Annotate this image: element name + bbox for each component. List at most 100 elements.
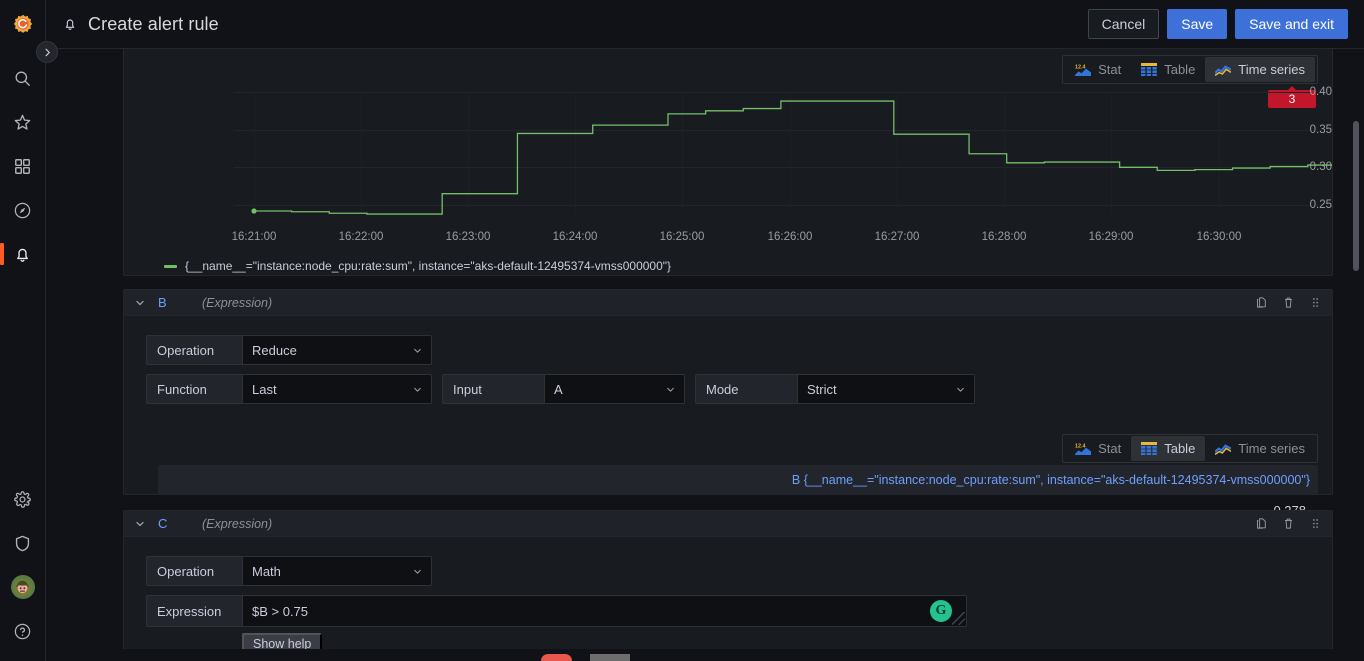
query-a-panel: 12.4 Stat Table Time series 3 0.40 0.35 … [123,49,1333,276]
x-axis-tick: 16:23:00 [445,231,491,243]
query-b-actions [1255,296,1322,309]
operation-value-c: Math [252,563,281,579]
input-select-b[interactable]: A [544,374,685,404]
legend-series-label: {__name__="instance:node_cpu:rate:sum", … [185,259,672,273]
query-c-panel: C (Expression) Operation Math Expression… [123,510,1333,661]
scrollbar-thumb[interactable] [1353,121,1359,271]
x-axis-tick: 16:30:00 [1196,231,1242,243]
stat-icon: 12.4 [1075,442,1092,455]
drag-handle-icon[interactable] [1309,517,1322,530]
x-axis-tick: 16:25:00 [659,231,705,243]
function-select-b[interactable]: Last [242,374,432,404]
sidebar-item-configuration[interactable] [0,477,46,521]
mode-label-b: Mode [695,374,797,404]
x-axis-tick: 16:27:00 [874,231,920,243]
chevron-down-icon [412,384,423,395]
viz-option-table-b[interactable]: Table [1131,436,1206,461]
rule-editor-scroll-area: 12.4 Stat Table Time series 3 0.40 0.35 … [46,49,1364,661]
query-c-actions [1255,517,1322,530]
chevron-down-icon [665,384,676,395]
query-c-refid: C [158,516,168,531]
query-b-panel: B (Expression) Operation Reduce Function… [123,289,1333,518]
chart-legend[interactable]: {__name__="instance:node_cpu:rate:sum", … [164,259,671,273]
x-axis-tick: 16:26:00 [767,231,813,243]
chevron-right-icon [45,48,50,56]
x-axis-tick: 16:24:00 [552,231,598,243]
query-c-header[interactable]: C (Expression) [124,511,1332,537]
x-axis-tick: 16:21:00 [231,231,277,243]
sidebar-item-dashboards[interactable] [0,144,46,188]
expression-value-c: $B > 0.75 [252,603,309,619]
user-avatar-icon [10,575,35,599]
nav-rail [0,0,46,661]
query-b-refid: B [158,295,167,310]
page-title: Create alert rule [88,13,219,34]
time-series-icon [1214,442,1232,456]
chevron-down-icon [955,384,966,395]
function-label-b: Function [146,374,242,404]
viz-option-stat-b[interactable]: 12.4 Stat [1065,436,1131,461]
save-and-exit-button[interactable]: Save and exit [1235,9,1348,39]
bell-icon [62,16,78,32]
topbar-actions: Cancel Save Save and exit [1087,9,1348,39]
x-axis-tick: 16:22:00 [338,231,384,243]
sidebar-item-help[interactable] [0,609,46,653]
sidebar-item-alerting[interactable] [0,232,46,276]
mode-value-b: Strict [807,381,837,397]
sidebar-item-search[interactable] [0,56,46,100]
operation-value-b: Reduce [252,342,297,358]
query-b-type: (Expression) [202,295,273,310]
chevron-down-icon[interactable] [134,297,146,309]
input-label-b: Input [442,374,544,404]
expression-input-c[interactable]: $B > 0.75 G [242,595,967,627]
taskbar-item-red [541,654,572,661]
result-column-header-b: B {__name__="instance:node_cpu:rate:sum"… [158,465,1318,495]
trash-icon[interactable] [1282,296,1295,309]
operation-label-b: Operation [146,335,242,365]
taskbar-item-gray [590,654,630,661]
query-b-header[interactable]: B (Expression) [124,290,1332,316]
avatar[interactable] [0,565,46,609]
operation-row-b: Operation Reduce [146,335,1332,365]
viz-option-timeseries-b[interactable]: Time series [1205,436,1315,461]
query-c-type: (Expression) [202,516,273,531]
sidebar-item-explore[interactable] [0,188,46,232]
copy-icon[interactable] [1255,296,1268,309]
save-button[interactable]: Save [1167,9,1228,39]
table-icon [1141,442,1158,455]
legend-color-swatch [164,264,177,268]
expand-nav-button[interactable] [36,41,58,63]
chevron-down-icon [412,566,423,577]
grammarly-badge-icon[interactable]: G [930,600,952,622]
input-value-b: A [554,381,563,397]
sidebar-item-starred[interactable] [0,100,46,144]
svg-text:12.4: 12.4 [1075,444,1086,450]
function-value-b: Last [252,381,277,397]
cancel-button[interactable]: Cancel [1087,9,1160,39]
viz-option-timeseries-b-label: Time series [1238,441,1305,456]
drag-handle-icon[interactable] [1309,296,1322,309]
expression-label-c: Expression [146,595,242,627]
viz-option-table-b-label: Table [1164,441,1196,456]
operation-select-c[interactable]: Math [242,556,432,586]
vertical-scrollbar[interactable] [1353,53,1359,657]
textarea-resize-handle[interactable] [952,612,965,625]
grafana-logo-icon[interactable] [9,12,37,40]
mode-select-b[interactable]: Strict [797,374,975,404]
operation-row-c: Operation Math [146,556,1332,586]
chevron-down-icon [412,345,423,356]
operation-label-c: Operation [146,556,242,586]
expression-row-c: Expression $B > 0.75 G Show help [146,595,1332,655]
operation-select-b[interactable]: Reduce [242,335,432,365]
time-series-chart[interactable]: 0.40 0.35 0.30 0.25 16:21:00 16:22:00 16… [124,49,1332,248]
sidebar-item-server-admin[interactable] [0,521,46,565]
viz-option-stat-b-label: Stat [1098,441,1122,456]
chevron-down-icon[interactable] [134,518,146,530]
series-line [251,100,1332,215]
nav-bottom-group [0,477,46,653]
viz-picker-b: 12.4 Stat Table Time series [1062,434,1318,463]
copy-icon[interactable] [1255,517,1268,530]
trash-icon[interactable] [1282,517,1295,530]
function-row-b: Function Last Input A Mode Strict [146,374,1332,404]
top-bar: Create alert rule Cancel Save Save and e… [46,0,1364,49]
